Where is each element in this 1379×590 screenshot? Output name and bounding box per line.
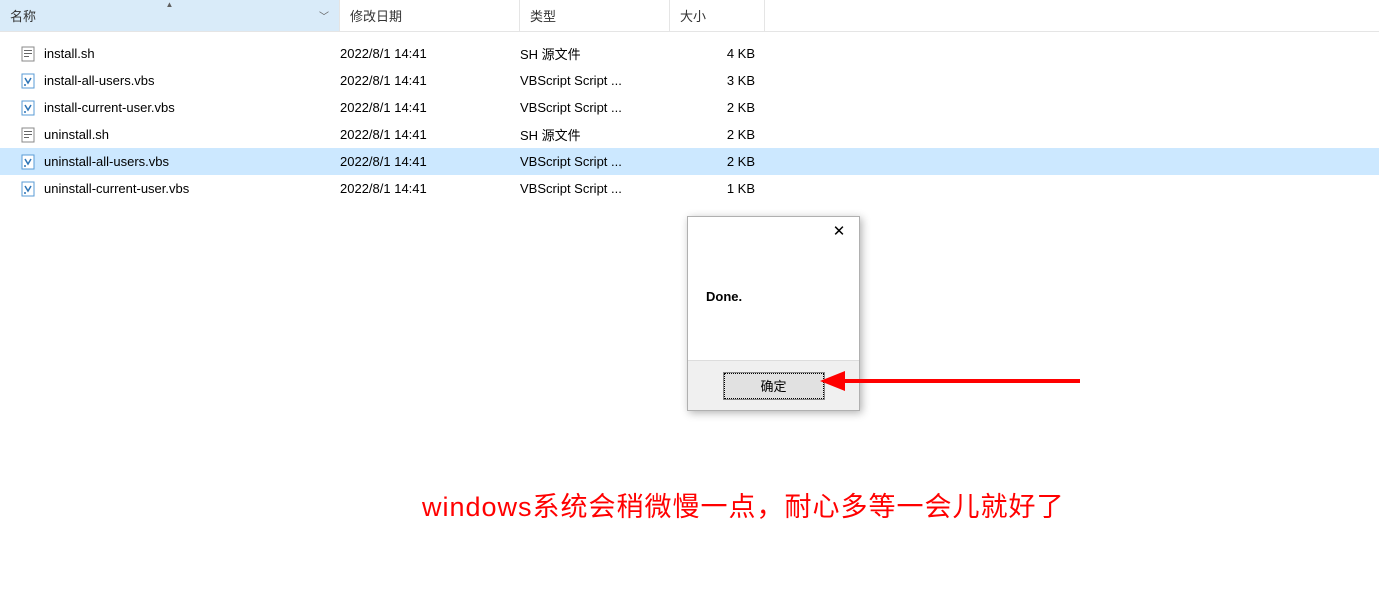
- file-name: install.sh: [44, 46, 95, 61]
- sh-file-icon: [20, 127, 36, 143]
- file-date: 2022/8/1 14:41: [340, 127, 520, 142]
- column-header-row: ▲ 名称 ﹀ 修改日期 类型 大小: [0, 0, 1379, 32]
- column-label: 修改日期: [350, 6, 402, 25]
- file-row[interactable]: install-current-user.vbs 2022/8/1 14:41 …: [0, 94, 1379, 121]
- file-row[interactable]: install-all-users.vbs 2022/8/1 14:41 VBS…: [0, 67, 1379, 94]
- file-type: SH 源文件: [520, 125, 670, 144]
- file-list: install.sh 2022/8/1 14:41 SH 源文件 4 KB in…: [0, 32, 1379, 202]
- column-header-type[interactable]: 类型: [520, 0, 670, 31]
- file-date: 2022/8/1 14:41: [340, 181, 520, 196]
- file-row[interactable]: uninstall-current-user.vbs 2022/8/1 14:4…: [0, 175, 1379, 202]
- file-date: 2022/8/1 14:41: [340, 73, 520, 88]
- file-size: 2 KB: [670, 127, 765, 142]
- column-header-size[interactable]: 大小: [670, 0, 765, 31]
- vbs-file-icon: [20, 73, 36, 89]
- dialog-titlebar: ✕: [688, 217, 859, 251]
- close-icon: ✕: [833, 222, 846, 240]
- dialog-message: Done.: [688, 251, 859, 314]
- file-row[interactable]: install.sh 2022/8/1 14:41 SH 源文件 4 KB: [0, 40, 1379, 67]
- column-label: 名称: [10, 6, 36, 25]
- column-label: 类型: [530, 6, 556, 25]
- vbs-file-icon: [20, 154, 36, 170]
- column-header-date[interactable]: 修改日期: [340, 0, 520, 31]
- column-label: 大小: [680, 6, 706, 25]
- ok-button[interactable]: 确定: [724, 373, 824, 399]
- file-type: SH 源文件: [520, 44, 670, 63]
- close-button[interactable]: ✕: [819, 217, 859, 245]
- vbs-file-icon: [20, 100, 36, 116]
- message-dialog: ✕ Done. 确定: [687, 216, 860, 411]
- annotation-caption: windows系统会稍微慢一点，耐心多等一会儿就好了: [422, 485, 1065, 524]
- file-name: uninstall.sh: [44, 127, 109, 142]
- chevron-down-icon[interactable]: ﹀: [319, 8, 329, 23]
- file-date: 2022/8/1 14:41: [340, 154, 520, 169]
- file-type: VBScript Script ...: [520, 100, 670, 115]
- file-date: 2022/8/1 14:41: [340, 46, 520, 61]
- file-type: VBScript Script ...: [520, 73, 670, 88]
- file-size: 2 KB: [670, 154, 765, 169]
- column-header-name[interactable]: ▲ 名称 ﹀: [0, 0, 340, 31]
- dialog-footer: 确定: [688, 360, 859, 410]
- file-type: VBScript Script ...: [520, 181, 670, 196]
- file-size: 2 KB: [670, 100, 765, 115]
- arrow-annotation-icon: [820, 361, 1090, 401]
- file-name: install-current-user.vbs: [44, 100, 175, 115]
- file-name: uninstall-all-users.vbs: [44, 154, 169, 169]
- sh-file-icon: [20, 46, 36, 62]
- sort-ascending-icon: ▲: [166, 0, 174, 9]
- file-size: 4 KB: [670, 46, 765, 61]
- file-date: 2022/8/1 14:41: [340, 100, 520, 115]
- file-size: 1 KB: [670, 181, 765, 196]
- file-size: 3 KB: [670, 73, 765, 88]
- file-name: uninstall-current-user.vbs: [44, 181, 189, 196]
- vbs-file-icon: [20, 181, 36, 197]
- file-type: VBScript Script ...: [520, 154, 670, 169]
- file-name: install-all-users.vbs: [44, 73, 155, 88]
- file-row[interactable]: uninstall.sh 2022/8/1 14:41 SH 源文件 2 KB: [0, 121, 1379, 148]
- file-row[interactable]: uninstall-all-users.vbs 2022/8/1 14:41 V…: [0, 148, 1379, 175]
